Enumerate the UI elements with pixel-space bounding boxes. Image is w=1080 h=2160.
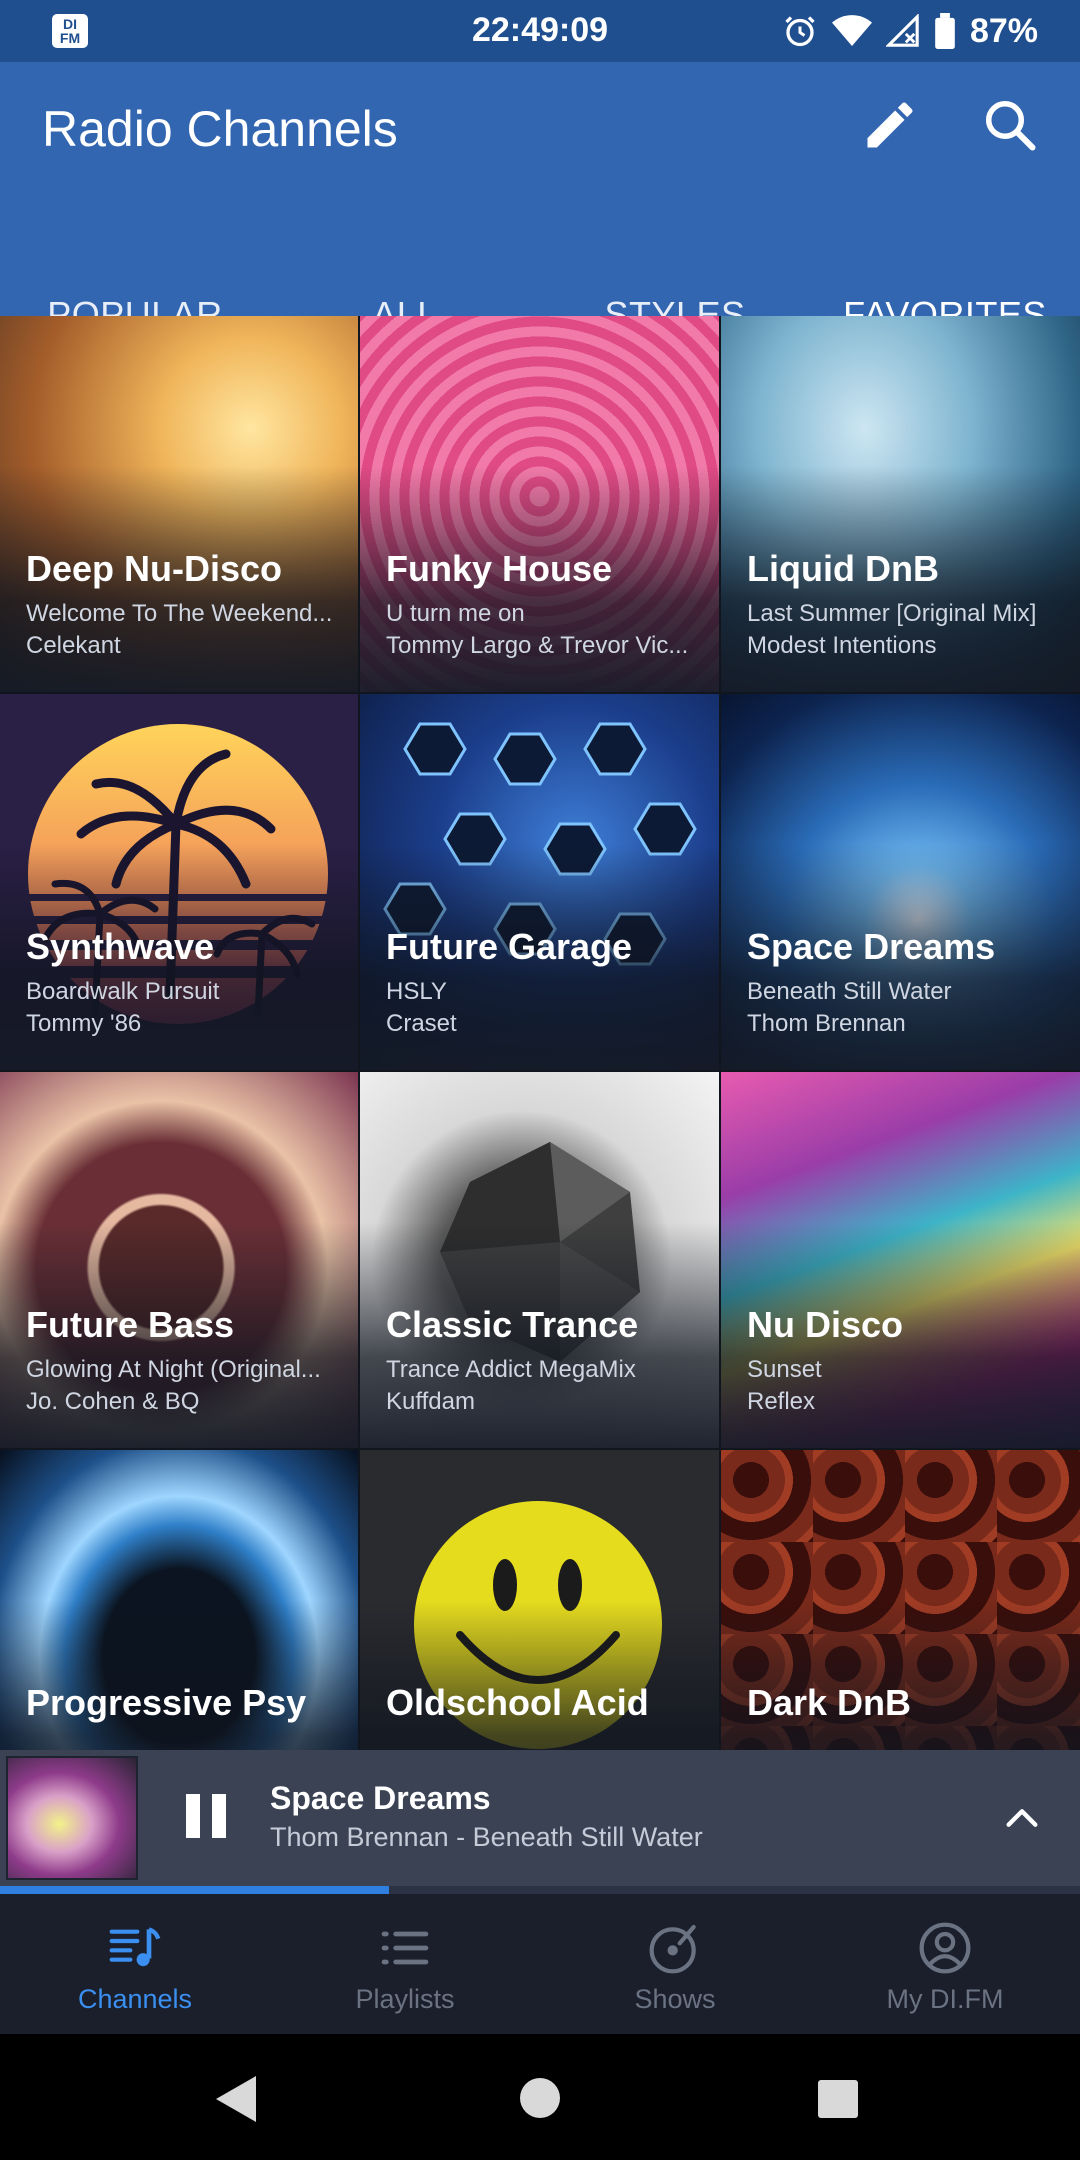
- channel-track: U turn me on: [386, 600, 525, 627]
- channel-name: Future Garage: [386, 926, 633, 967]
- channel-name: Classic Trance: [386, 1304, 639, 1345]
- channel-name: Space Dreams: [747, 926, 996, 967]
- back-icon[interactable]: [216, 2076, 260, 2122]
- channel-track: Sunset: [747, 1356, 822, 1383]
- playback-progress: [0, 1886, 1080, 1894]
- shows-icon: [649, 1924, 696, 1974]
- channel-artist: Thom Brennan: [747, 1010, 906, 1037]
- channel-artist: Kuffdam: [386, 1388, 475, 1415]
- edit-icon: [867, 102, 913, 148]
- recents-icon[interactable]: [818, 2080, 858, 2118]
- bottom-nav: Channels Playlists Shows My DI.FM: [0, 1894, 1080, 2034]
- channel-name: Deep Nu-Disco: [26, 548, 283, 589]
- channel-artist: Celekant: [26, 632, 121, 659]
- channel-name: Oldschool Acid: [386, 1682, 649, 1723]
- channel-artist: Craset: [386, 1010, 457, 1037]
- channel-track: HSLY: [386, 978, 447, 1005]
- playlists-icon: [381, 1931, 429, 1965]
- channel-track: Last Summer [Original Mix]: [747, 600, 1037, 627]
- page-title: Radio Channels: [42, 101, 398, 157]
- signal-icon: [885, 14, 919, 47]
- channel-name: Synthwave: [26, 926, 215, 967]
- battery-icon: [935, 13, 955, 49]
- channel-name: Liquid DnB: [747, 548, 939, 589]
- channel-tile-dark-dnb[interactable]: Dark DnB: [721, 1450, 1080, 1750]
- channel-tile-funky-house[interactable]: Funky House U turn me on Tommy Largo & T…: [360, 316, 719, 692]
- channel-name: Progressive Psy: [26, 1682, 307, 1723]
- channel-name: Future Bass: [26, 1304, 235, 1345]
- channel-tile-progressive-psy[interactable]: Progressive Psy: [0, 1450, 358, 1750]
- now-playing-title: Space Dreams: [270, 1780, 491, 1816]
- channel-tile-classic-trance[interactable]: Classic Trance Trance Addict MegaMix Kuf…: [360, 1072, 719, 1448]
- channel-tile-nu-disco[interactable]: Nu Disco Sunset Reflex: [721, 1072, 1080, 1448]
- channel-tile-oldschool-acid[interactable]: Oldschool Acid: [360, 1450, 719, 1750]
- pause-button[interactable]: [186, 1794, 226, 1842]
- system-nav-bar: [0, 2034, 1080, 2160]
- channel-name: Nu Disco: [747, 1304, 904, 1345]
- nav-label: My DI.FM: [886, 1984, 1004, 2014]
- channel-artist: Reflex: [747, 1388, 816, 1415]
- channel-tile-future-bass[interactable]: Future Bass Glowing At Night (Original..…: [0, 1072, 358, 1448]
- app-logo-icon: DI FM: [52, 14, 88, 48]
- channel-track: Boardwalk Pursuit: [26, 978, 220, 1005]
- channel-grid: Deep Nu-Disco Welcome To The Weekend... …: [0, 316, 1080, 1750]
- progress-fill: [0, 1886, 389, 1894]
- now-playing-bar[interactable]: Space Dreams Thom Brennan - Beneath Stil…: [0, 1750, 1080, 1886]
- channel-track: Trance Addict MegaMix: [386, 1356, 636, 1383]
- nav-label: Playlists: [355, 1984, 455, 2014]
- nav-playlists[interactable]: Playlists: [270, 1894, 540, 2034]
- now-playing-artwork: [6, 1756, 138, 1880]
- channel-name: Funky House: [386, 548, 613, 589]
- channel-tile-synthwave[interactable]: Synthwave Boardwalk Pursuit Tommy '86: [0, 694, 358, 1070]
- nav-label: Channels: [77, 1984, 193, 2014]
- wifi-icon: [831, 15, 872, 46]
- chevron-up-icon: [1006, 1809, 1038, 1827]
- edit-button[interactable]: [860, 95, 920, 155]
- channel-artist: Jo. Cohen & BQ: [26, 1388, 200, 1415]
- search-button[interactable]: [980, 95, 1040, 155]
- alarm-icon: [785, 16, 815, 47]
- channel-tile-liquid-dnb[interactable]: Liquid DnB Last Summer [Original Mix] Mo…: [721, 316, 1080, 692]
- channel-name: Dark DnB: [747, 1682, 912, 1723]
- expand-button[interactable]: [1000, 1798, 1044, 1838]
- search-icon: [986, 101, 1036, 151]
- channel-track: Glowing At Night (Original...: [26, 1356, 321, 1383]
- app-bar: Radio Channels POPULAR ALL STYLES FAVORI…: [0, 62, 1080, 378]
- channel-tile-future-garage[interactable]: Future Garage HSLY Craset: [360, 694, 719, 1070]
- nav-shows[interactable]: Shows: [540, 1894, 810, 2034]
- nav-label: Shows: [634, 1984, 716, 2014]
- channel-artist: Tommy Largo & Trevor Vic...: [386, 632, 689, 659]
- home-icon[interactable]: [520, 2078, 560, 2118]
- status-icons: 87%: [782, 12, 1038, 51]
- channel-track: Beneath Still Water: [747, 978, 952, 1005]
- channel-artist: Modest Intentions: [747, 632, 937, 659]
- pause-icon: [186, 1794, 200, 1838]
- battery-percent: 87%: [969, 11, 1038, 50]
- channel-artist: Tommy '86: [26, 1010, 142, 1037]
- nav-my-difm[interactable]: My DI.FM: [810, 1894, 1080, 2034]
- now-playing-subtitle: Thom Brennan - Beneath Still Water: [270, 1822, 703, 1852]
- status-bar: DI FM 22:49:09 87%: [0, 0, 1080, 62]
- account-icon: [919, 1922, 971, 1974]
- nav-channels[interactable]: Channels: [0, 1894, 270, 2034]
- channel-tile-space-dreams[interactable]: Space Dreams Beneath Still Water Thom Br…: [721, 694, 1080, 1070]
- channel-tile-deep-nu-disco[interactable]: Deep Nu-Disco Welcome To The Weekend... …: [0, 316, 358, 692]
- channel-track: Welcome To The Weekend...: [26, 600, 333, 627]
- channels-icon: [109, 1927, 161, 1967]
